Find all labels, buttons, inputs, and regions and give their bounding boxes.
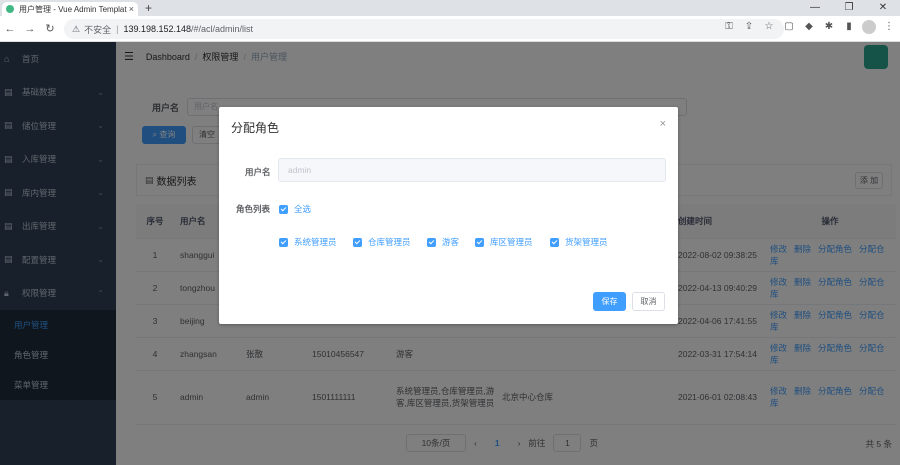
window-maximize-button[interactable]: ❐ xyxy=(832,0,866,16)
role-checkbox[interactable]: 仓库管理员 xyxy=(353,236,411,248)
role-checkbox[interactable]: 库区管理员 xyxy=(475,236,533,248)
checkbox-checked-icon xyxy=(427,237,436,247)
forward-arrow-icon[interactable]: → xyxy=(20,23,40,35)
role-checkbox[interactable]: 游客 xyxy=(427,236,459,248)
star-icon[interactable]: ☆ xyxy=(762,20,776,34)
share-icon[interactable]: ⇪ xyxy=(742,20,756,34)
tab-close-icon[interactable]: × xyxy=(129,4,134,14)
tab-title: 用户管理 - Vue Admin Templat xyxy=(19,4,127,14)
menu-icon[interactable]: ⋮ xyxy=(882,20,896,34)
profile-avatar[interactable] xyxy=(862,20,876,34)
browser-tab[interactable]: 用户管理 - Vue Admin Templat × xyxy=(2,2,138,16)
select-all-checkbox[interactable]: 全选 xyxy=(279,203,311,215)
puzzle-icon[interactable]: ✱ xyxy=(822,20,836,34)
username-label: 用户名 xyxy=(245,167,271,177)
warning-icon: ⚠ xyxy=(72,23,81,34)
checkbox-checked-icon xyxy=(279,237,288,247)
shield-icon[interactable]: ◆ xyxy=(802,20,816,34)
url-path: /#/acl/admin/list xyxy=(191,24,254,34)
role-checkbox[interactable]: 系统管理员 xyxy=(279,236,337,248)
role-checkbox[interactable]: 货架管理员 xyxy=(550,236,608,248)
checkbox-checked-icon xyxy=(550,237,559,247)
checkbox-checked-icon xyxy=(279,204,288,214)
save-button[interactable]: 保存 xyxy=(593,292,626,311)
checkbox-checked-icon xyxy=(475,237,484,247)
roles-label: 角色列表 xyxy=(236,204,271,214)
assign-role-dialog: 分配角色 × 用户名 admin 角色列表 全选 系统管理员 仓库管理员 游客 … xyxy=(219,107,678,324)
url-host: 139.198.152.148 xyxy=(123,24,192,34)
username-field: admin xyxy=(278,158,666,182)
reload-icon[interactable]: ↻ xyxy=(40,22,60,35)
checkbox-checked-icon xyxy=(353,237,362,247)
extension-icon[interactable]: ▢ xyxy=(782,20,796,34)
security-label: 不安全 xyxy=(84,24,112,35)
window-close-button[interactable]: ✕ xyxy=(866,0,900,16)
vue-favicon-icon xyxy=(6,5,14,13)
sidepanel-icon[interactable]: ▮ xyxy=(842,20,856,34)
key-icon[interactable]: ⚿ xyxy=(722,20,736,34)
window-minimize-button[interactable]: — xyxy=(798,0,832,16)
dialog-title: 分配角色 xyxy=(231,121,280,135)
cancel-button[interactable]: 取消 xyxy=(632,292,665,311)
close-icon[interactable]: × xyxy=(660,118,666,130)
address-bar-row: ← → ↻ ⚠ 不安全 | 139.198.152.148/#/acl/admi… xyxy=(0,16,900,42)
new-tab-button[interactable]: + xyxy=(145,1,152,15)
browser-tab-strip: 用户管理 - Vue Admin Templat × + — ❐ ✕ xyxy=(0,0,900,16)
back-arrow-icon[interactable]: ← xyxy=(0,23,20,35)
url-field[interactable]: ⚠ 不安全 | 139.198.152.148/#/acl/admin/list xyxy=(64,19,784,39)
